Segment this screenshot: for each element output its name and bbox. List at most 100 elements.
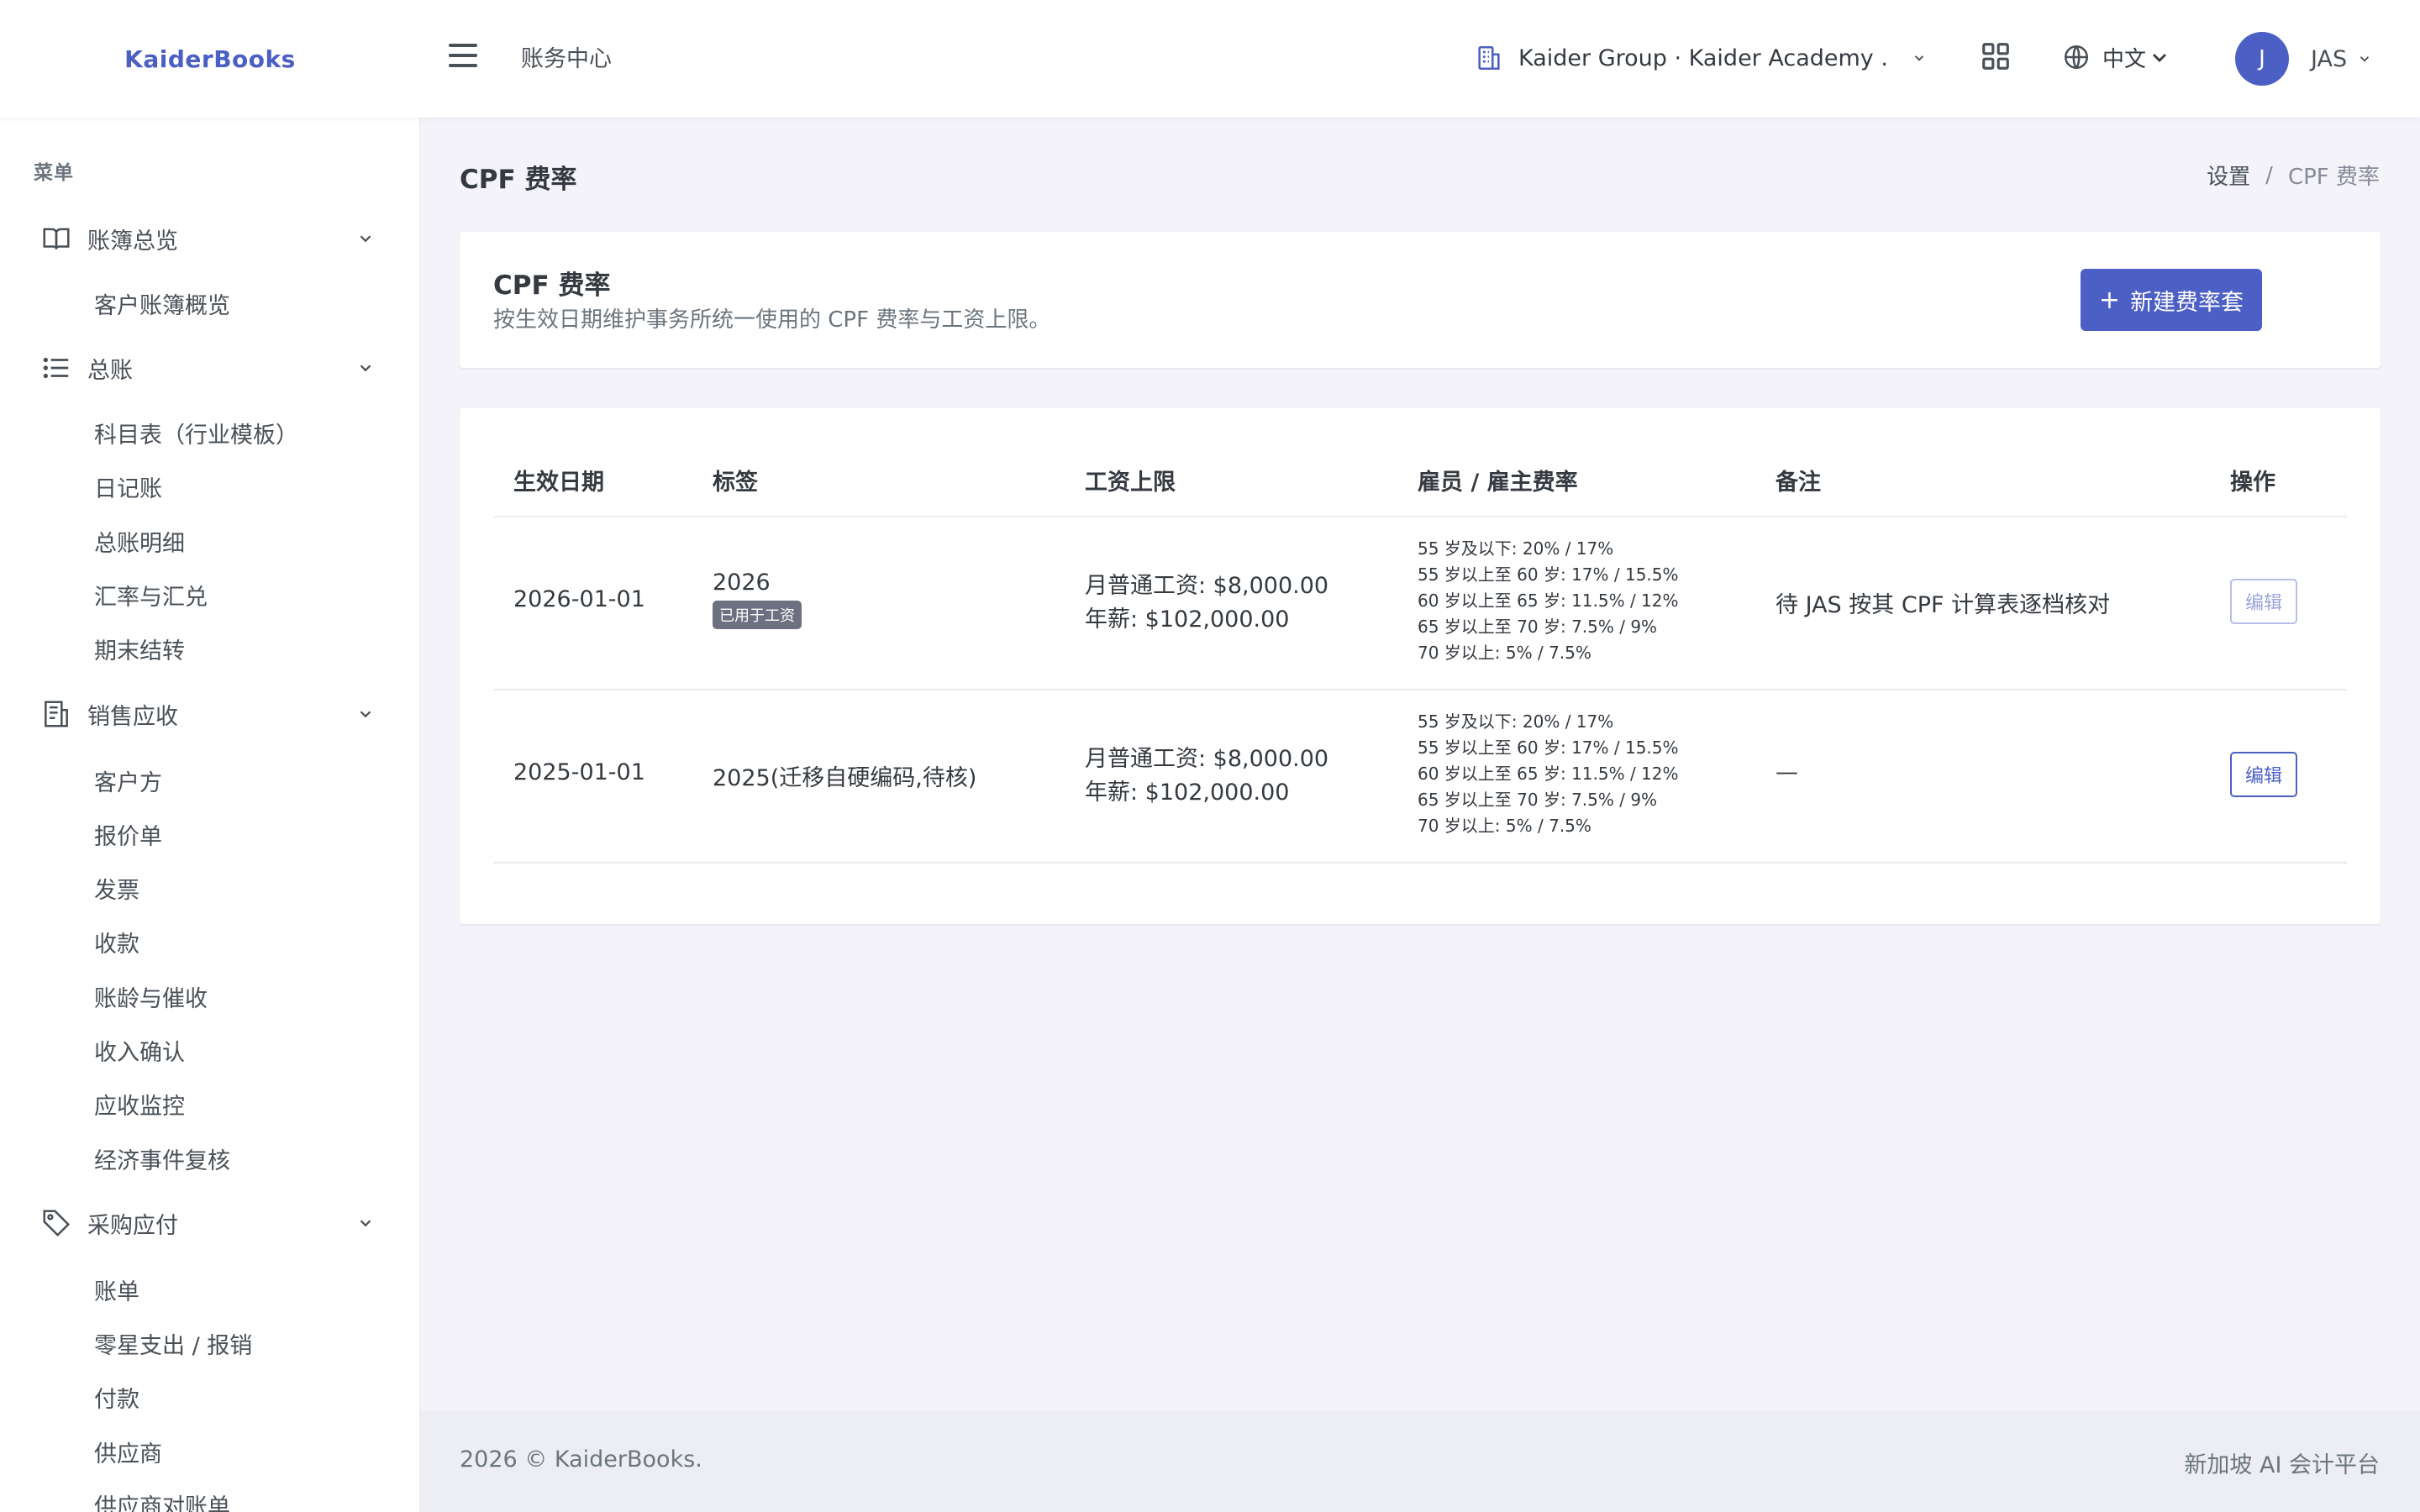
sidebar-item-fx[interactable]: 汇率与汇兑	[94, 579, 208, 612]
rate-tier: 70 岁以上: 5% / 7.5%	[1418, 643, 1591, 663]
chevron-down-icon	[360, 365, 371, 372]
sidebar-group-label: 总账	[87, 357, 133, 384]
cell-note: —	[1776, 759, 1798, 785]
sidebar-group-sales-ar[interactable]: 销售应收	[0, 689, 419, 739]
column-header-notes: 备注	[1776, 470, 1821, 496]
column-header-label: 标签	[713, 470, 758, 496]
sidebar-item-payments[interactable]: 付款	[94, 1381, 139, 1414]
sidebar-item-supplier-statements[interactable]: 供应商对账单	[94, 1488, 230, 1512]
new-rate-set-label: 新建费率套	[2130, 289, 2244, 316]
language-switcher[interactable]: 中文	[2062, 40, 2170, 74]
cell-effective-date: 2026-01-01	[513, 586, 645, 612]
rate-tier: 60 岁以上至 65 岁: 11.5% / 12%	[1418, 764, 1679, 784]
language-label: 中文	[2102, 46, 2147, 72]
sidebar-item-event-review[interactable]: 经济事件复核	[94, 1142, 230, 1175]
sidebar-item-client-ledger-overview[interactable]: 客户账簿概览	[94, 287, 230, 320]
intro-card: CPF 费率 按生效日期维护事务所统一使用的 CPF 费率与工资上限。 + 新建…	[460, 232, 2381, 368]
edit-button[interactable]: 编辑	[2230, 752, 2297, 797]
cell-label: 2026 已用于工资	[713, 570, 802, 629]
cap-annual: 年薪: $102,000.00	[1085, 606, 1290, 633]
breadcrumb-item-current: CPF 费率	[2287, 165, 2380, 190]
sidebar-item-invoices[interactable]: 发票	[94, 872, 139, 905]
footer-tagline: 新加坡 AI 会计平台	[2184, 1452, 2380, 1478]
list-icon	[43, 357, 69, 379]
sidebar-item-customers[interactable]: 客户方	[94, 764, 162, 797]
plus-icon: +	[2098, 285, 2121, 315]
row-divider	[493, 862, 2347, 864]
cap-monthly: 月普通工资: $8,000.00	[1085, 573, 1329, 599]
cell-wage-cap: 月普通工资: $8,000.00 年薪: $102,000.00	[1085, 743, 1328, 810]
breadcrumb: 设置 / CPF 费率	[2207, 160, 2380, 191]
sidebar-item-revenue-recognition[interactable]: 收入确认	[94, 1034, 185, 1067]
column-header-actions: 操作	[2230, 470, 2275, 496]
user-name: JAS	[2311, 45, 2348, 72]
menu-title: 菜单	[34, 162, 74, 184]
status-badge: 已用于工资	[713, 601, 802, 629]
chevron-down-icon	[360, 235, 371, 243]
rate-tier: 65 岁以上至 70 岁: 7.5% / 9%	[1418, 790, 1658, 810]
card-title: CPF 费率	[493, 270, 611, 301]
cell-rates: 55 岁及以下: 20% / 17% 55 岁以上至 60 岁: 17% / 1…	[1418, 709, 1679, 839]
sidebar-item-aging[interactable]: 账龄与催收	[94, 980, 208, 1013]
column-header-rates: 雇员 / 雇主费率	[1418, 470, 1578, 496]
sidebar-group-label: 销售应收	[87, 703, 178, 730]
sidebar: 菜单 账簿总览 客户账簿概览 总账 科目表（行业模板） 日记账 总账明细 汇率与…	[0, 118, 420, 1512]
rate-tier: 55 岁及以下: 20% / 17%	[1418, 538, 1614, 559]
sidebar-item-journal[interactable]: 日记账	[94, 470, 162, 503]
column-header-effective-date: 生效日期	[513, 470, 604, 496]
top-header: KaiderBooks 账务中心 Kaider Group · Kaider A…	[0, 0, 2420, 118]
chevron-down-icon	[1914, 55, 1924, 61]
cell-effective-date: 2025-01-01	[513, 759, 645, 785]
rate-tier: 55 岁以上至 60 岁: 17% / 15.5%	[1418, 738, 1679, 758]
sidebar-item-chart-of-accounts[interactable]: 科目表（行业模板）	[94, 417, 298, 449]
sidebar-item-quotes[interactable]: 报价单	[94, 818, 162, 851]
sidebar-item-petty-expenses[interactable]: 零星支出 / 报销	[94, 1327, 252, 1360]
avatar: J	[2235, 32, 2289, 86]
receipt-icon	[45, 701, 68, 727]
rate-tier: 55 岁以上至 60 岁: 17% / 15.5%	[1418, 564, 1679, 585]
org-switcher[interactable]: Kaider Group · Kaider Academy ...	[1475, 37, 1927, 79]
rate-tier: 60 岁以上至 65 岁: 11.5% / 12%	[1418, 591, 1679, 611]
breadcrumb-separator: /	[2265, 162, 2273, 188]
app-logo[interactable]: KaiderBooks	[0, 0, 420, 118]
sidebar-group-ledger-overview[interactable]: 账簿总览	[0, 213, 419, 264]
user-menu[interactable]: J JAS	[2235, 32, 2372, 86]
rate-tier: 70 岁以上: 5% / 7.5%	[1418, 816, 1591, 836]
chevron-down-icon	[360, 1220, 371, 1227]
sidebar-item-bills[interactable]: 账单	[94, 1273, 139, 1306]
sidebar-item-receipts[interactable]: 收款	[94, 926, 139, 958]
rates-table-card: 生效日期 标签 工资上限 雇员 / 雇主费率 备注 操作 2026-01-01 …	[460, 408, 2381, 924]
sidebar-item-ar-monitor[interactable]: 应收监控	[94, 1088, 185, 1121]
sidebar-group-purchases-ap[interactable]: 采购应付	[0, 1198, 419, 1248]
globe-icon	[2064, 45, 2089, 70]
edit-button[interactable]: 编辑	[2230, 579, 2297, 624]
cell-label: 2025(迁移自硬编码,待核)	[713, 765, 977, 791]
row-divider	[493, 689, 2347, 690]
page-title: CPF 费率	[460, 165, 577, 195]
sidebar-item-period-close[interactable]: 期末结转	[94, 633, 185, 665]
sidebar-group-label: 账簿总览	[87, 228, 178, 255]
column-header-wage-cap: 工资上限	[1085, 470, 1176, 496]
header-divider	[493, 516, 2347, 517]
chevron-down-icon	[2360, 56, 2370, 62]
rate-tier: 65 岁以上至 70 岁: 7.5% / 9%	[1418, 617, 1658, 637]
breadcrumb-item-settings[interactable]: 设置	[2207, 160, 2250, 191]
tag-icon	[43, 1210, 71, 1237]
sidebar-item-gl-detail[interactable]: 总账明细	[94, 525, 185, 558]
cell-wage-cap: 月普通工资: $8,000.00 年薪: $102,000.00	[1085, 570, 1328, 637]
footer: 2026 © KaiderBooks. 新加坡 AI 会计平台	[420, 1411, 2420, 1512]
sidebar-group-general-ledger[interactable]: 总账	[0, 343, 419, 393]
sidebar-item-suppliers[interactable]: 供应商	[94, 1436, 162, 1468]
header-title: 账务中心	[521, 46, 612, 72]
card-subtitle: 按生效日期维护事务所统一使用的 CPF 费率与工资上限。	[493, 307, 1051, 333]
building-icon	[1478, 45, 1500, 71]
cell-note: 待 JAS 按其 CPF 计算表逐档核对	[1776, 592, 2111, 618]
rate-tier: 55 岁及以下: 20% / 17%	[1418, 711, 1614, 732]
cap-annual: 年薪: $102,000.00	[1085, 780, 1290, 806]
sidebar-group-label: 采购应付	[87, 1212, 178, 1239]
hamburger-menu-icon[interactable]	[449, 44, 477, 67]
new-rate-set-button[interactable]: + 新建费率套	[2081, 269, 2262, 331]
apps-grid-icon[interactable]	[1980, 40, 2012, 72]
cap-monthly: 月普通工资: $8,000.00	[1085, 746, 1329, 772]
chevron-down-icon	[2153, 54, 2167, 62]
